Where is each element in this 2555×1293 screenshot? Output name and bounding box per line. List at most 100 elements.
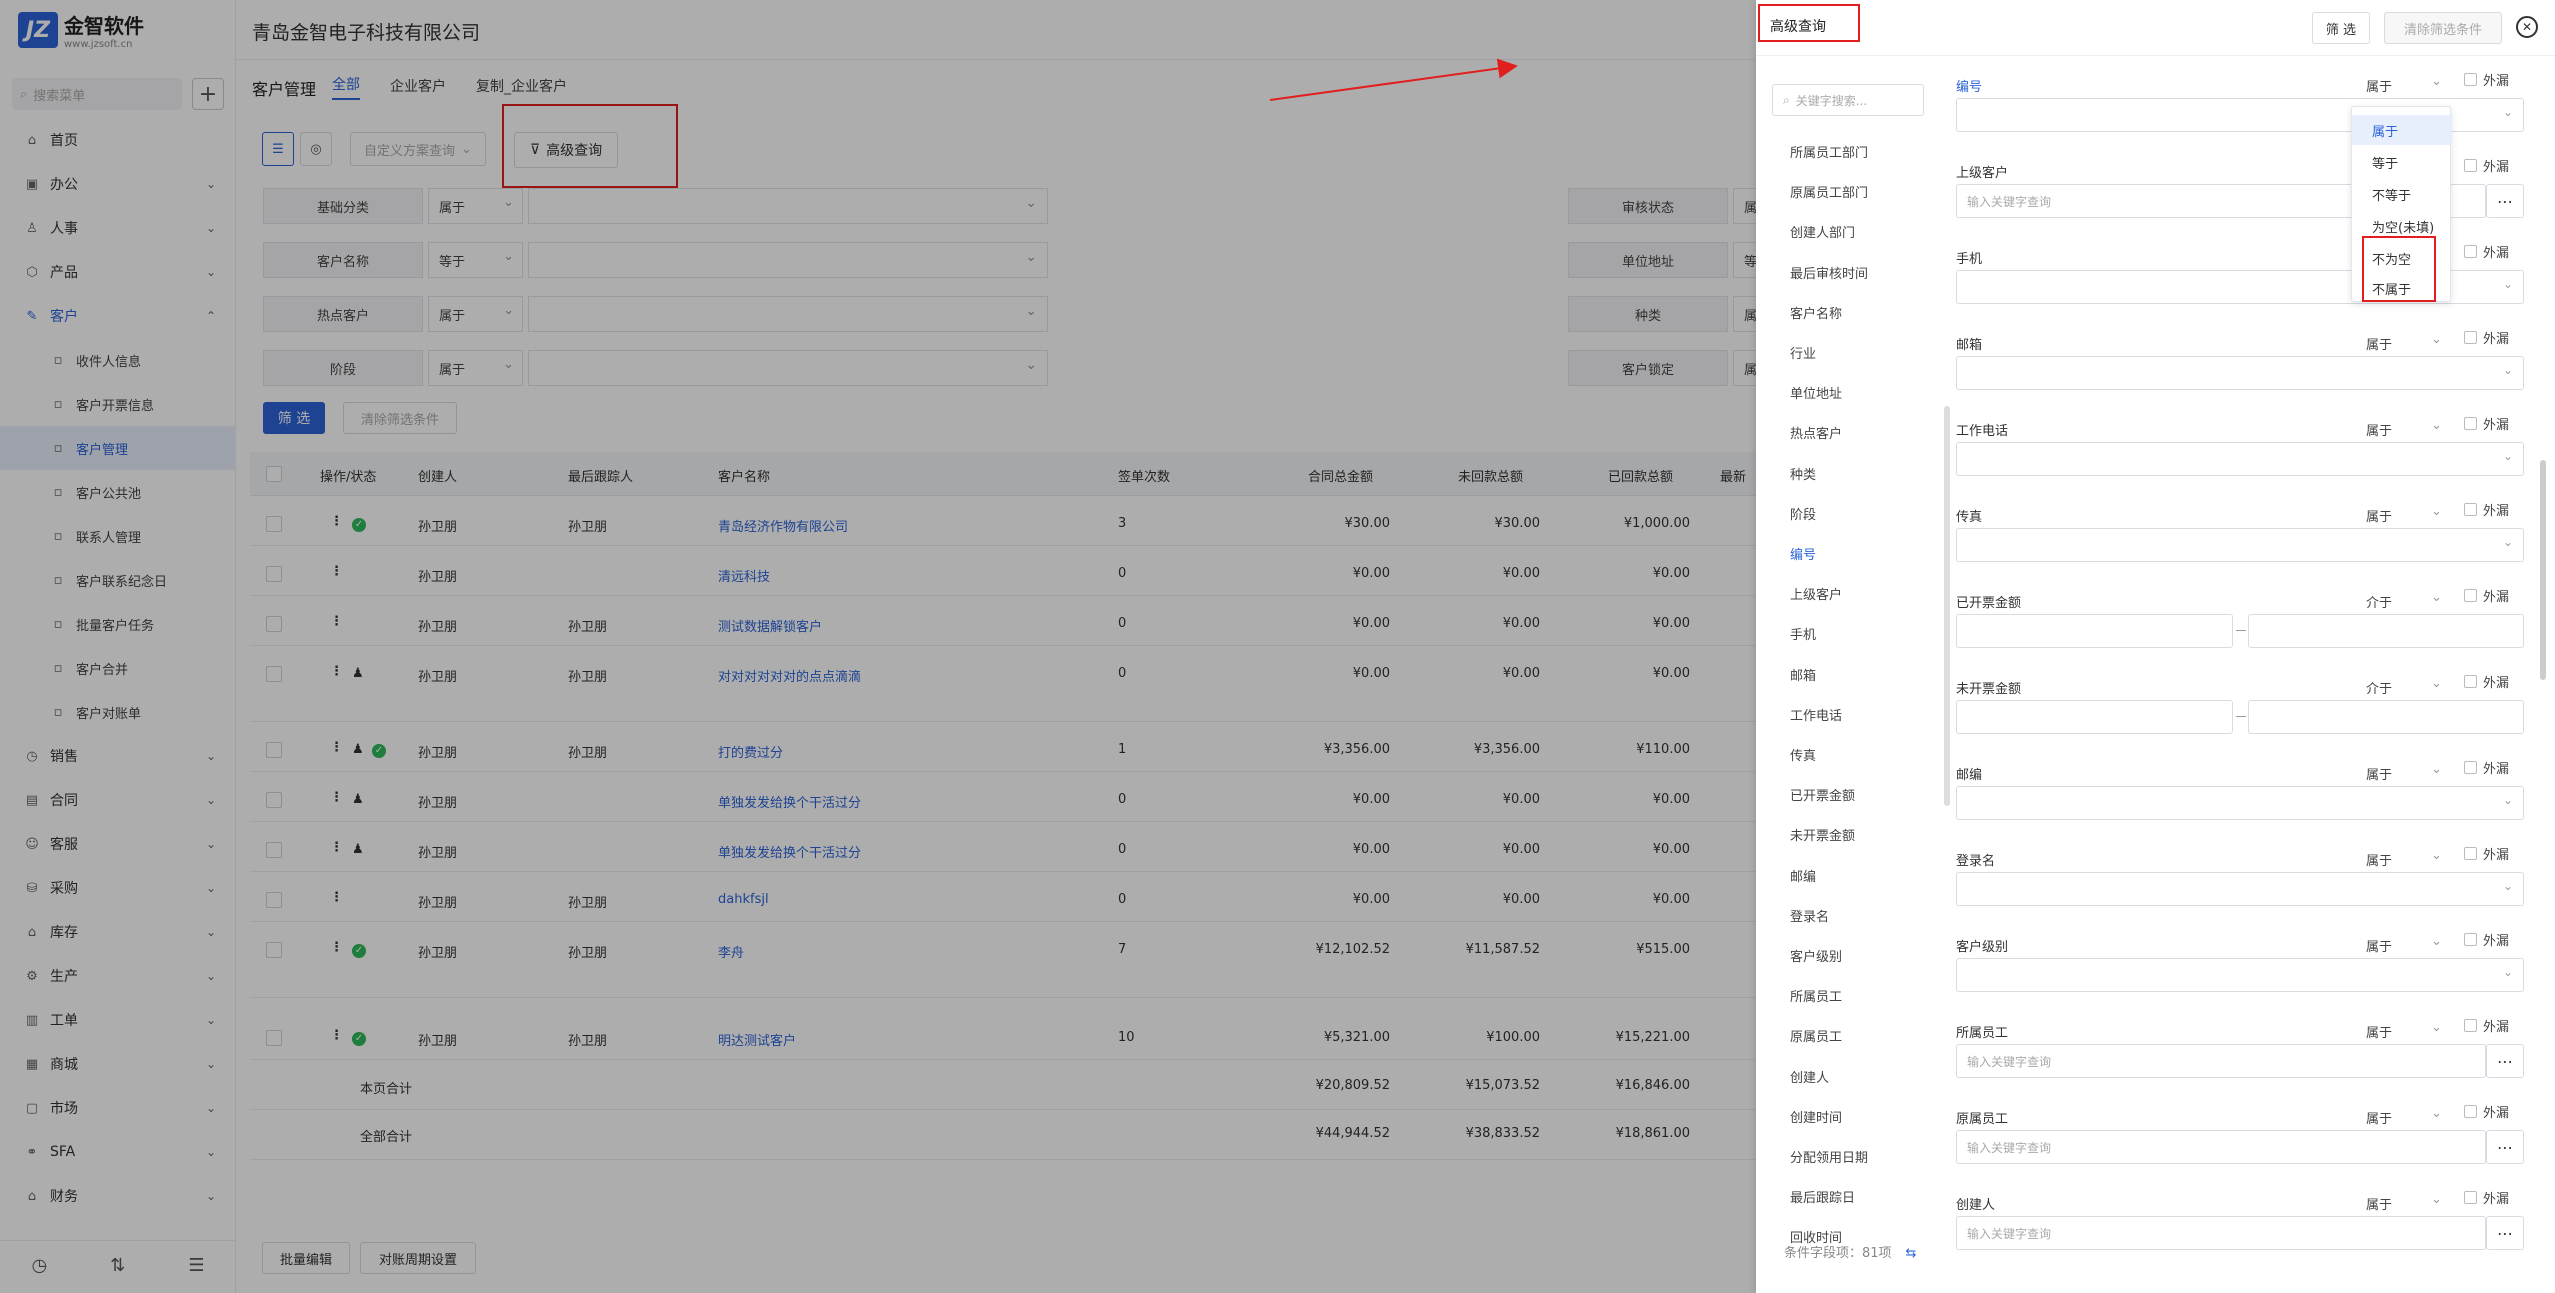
- close-icon[interactable]: ✕: [2516, 16, 2538, 38]
- range-min-input[interactable]: [1956, 614, 2233, 648]
- more-icon[interactable]: ⋯: [2486, 1216, 2524, 1250]
- condition-name: 未开票金额: [1956, 682, 2022, 697]
- outside-checkbox[interactable]: 外漏: [2464, 1016, 2509, 1035]
- field-list-item[interactable]: 工作电话: [1790, 705, 1842, 724]
- option-highlight-box: [2362, 236, 2436, 302]
- checkbox-icon: [2464, 933, 2477, 946]
- outside-checkbox[interactable]: 外漏: [2464, 70, 2509, 89]
- panel-scrollbar[interactable]: [2540, 460, 2546, 680]
- range-max-input[interactable]: [2248, 700, 2524, 734]
- checkbox-icon: [2464, 245, 2477, 258]
- field-list-item[interactable]: 行业: [1790, 343, 1816, 362]
- search-icon: ⌕: [1783, 92, 1790, 107]
- more-icon[interactable]: ⋯: [2486, 184, 2524, 218]
- field-list-scrollbar[interactable]: [1944, 406, 1950, 806]
- field-list-item[interactable]: 所属员工: [1790, 986, 1842, 1005]
- condition-operator-select[interactable]: 介于: [2366, 676, 2446, 697]
- condition-operator-select[interactable]: 属于: [2366, 762, 2446, 783]
- field-list-item[interactable]: 编号: [1790, 544, 1816, 563]
- more-icon[interactable]: ⋯: [2486, 1044, 2524, 1078]
- outside-checkbox[interactable]: 外漏: [2464, 414, 2509, 433]
- condition-row: 原属员工 属于 外漏 输入关键字查询⋯: [1956, 1105, 2536, 1194]
- swap-icon[interactable]: ⇆: [1906, 1246, 1917, 1261]
- condition-value-select[interactable]: [1956, 872, 2524, 906]
- condition-value-select[interactable]: [1956, 442, 2524, 476]
- field-list-item[interactable]: 单位地址: [1790, 383, 1842, 402]
- field-list-pane: ⌕ 关键字搜索... 所属员工部门 原属员工部门 创建人部门最后审核时间 客户名称行业单…: [1770, 66, 1950, 1266]
- condition-keyword-input[interactable]: 输入关键字查询: [1956, 1216, 2486, 1250]
- field-list-item[interactable]: 阶段: [1790, 504, 1816, 523]
- condition-name: 传真: [1956, 510, 1983, 525]
- field-list-item[interactable]: 原属员工: [1790, 1026, 1842, 1045]
- field-list-item[interactable]: 客户名称: [1790, 303, 1842, 322]
- outside-checkbox[interactable]: 外漏: [2464, 844, 2509, 863]
- field-list-item[interactable]: 上级客户: [1790, 584, 1842, 603]
- condition-pane: 编号 属于 外漏 上级客户 外漏 输入关键字查询⋯ 手机 外漏 邮箱 属于 外漏…: [1956, 56, 2555, 1293]
- checkbox-icon: [2464, 589, 2477, 602]
- field-search-input[interactable]: ⌕ 关键字搜索...: [1772, 84, 1924, 116]
- outside-checkbox[interactable]: 外漏: [2464, 1188, 2509, 1207]
- field-list-item[interactable]: 种类: [1790, 464, 1816, 483]
- condition-name: 所属员工: [1956, 1026, 2009, 1041]
- field-list-item[interactable]: 登录名: [1790, 906, 1829, 925]
- outside-checkbox[interactable]: 外漏: [2464, 930, 2509, 949]
- range-max-input[interactable]: [2248, 614, 2524, 648]
- condition-keyword-input[interactable]: 输入关键字查询: [1956, 1130, 2486, 1164]
- condition-value-select[interactable]: [1956, 786, 2524, 820]
- condition-operator-select[interactable]: 属于: [2366, 1020, 2446, 1041]
- outside-checkbox[interactable]: 外漏: [2464, 500, 2509, 519]
- condition-row: 已开票金额 介于 外漏: [1956, 589, 2536, 678]
- outside-checkbox[interactable]: 外漏: [2464, 156, 2509, 175]
- panel-filter-button[interactable]: 筛 选: [2312, 12, 2370, 44]
- field-list-item[interactable]: 所属员工部门: [1790, 142, 1868, 161]
- field-list-item[interactable]: 最后审核时间: [1790, 263, 1868, 282]
- condition-row: 客户级别 属于 外漏: [1956, 933, 2536, 1022]
- condition-operator-select[interactable]: 介于: [2366, 590, 2446, 611]
- condition-operator-select[interactable]: 属于: [2366, 1192, 2446, 1213]
- field-list-item[interactable]: 未开票金额: [1790, 825, 1855, 844]
- field-list-item[interactable]: 创建时间: [1790, 1107, 1842, 1126]
- condition-keyword-input[interactable]: 输入关键字查询: [1956, 1044, 2486, 1078]
- outside-checkbox[interactable]: 外漏: [2464, 586, 2509, 605]
- condition-name: 上级客户: [1956, 166, 2009, 181]
- field-list-item[interactable]: 分配领用日期: [1790, 1147, 1868, 1166]
- condition-operator-select[interactable]: 属于: [2366, 418, 2446, 439]
- outside-checkbox[interactable]: 外漏: [2464, 672, 2509, 691]
- condition-operator-select[interactable]: 属于: [2366, 504, 2446, 525]
- condition-operator-select[interactable]: 属于: [2366, 934, 2446, 955]
- field-list-item[interactable]: 已开票金额: [1790, 785, 1855, 804]
- field-list-item[interactable]: 手机: [1790, 624, 1816, 643]
- condition-name: 登录名: [1956, 854, 1996, 869]
- outside-checkbox[interactable]: 外漏: [2464, 242, 2509, 261]
- option-equals[interactable]: 等于: [2352, 147, 2452, 177]
- condition-operator-select[interactable]: 属于: [2366, 1106, 2446, 1127]
- field-list-item[interactable]: 创建人部门: [1790, 222, 1855, 241]
- condition-value-select[interactable]: [1956, 528, 2524, 562]
- range-dash: [2236, 716, 2246, 717]
- condition-row: 邮箱 属于 外漏: [1956, 331, 2536, 420]
- range-min-input[interactable]: [1956, 700, 2233, 734]
- field-list-item[interactable]: 最后跟踪日: [1790, 1187, 1855, 1206]
- checkbox-icon: [2464, 1191, 2477, 1204]
- field-list-item[interactable]: 原属员工部门: [1790, 182, 1868, 201]
- more-icon[interactable]: ⋯: [2486, 1130, 2524, 1164]
- condition-operator-select[interactable]: 属于: [2366, 848, 2446, 869]
- checkbox-icon: [2464, 847, 2477, 860]
- field-list-item[interactable]: 邮箱: [1790, 665, 1816, 684]
- outside-checkbox[interactable]: 外漏: [2464, 328, 2509, 347]
- field-list-item[interactable]: 邮编: [1790, 866, 1816, 885]
- field-list-item[interactable]: 传真: [1790, 745, 1816, 764]
- panel-clear-button[interactable]: 清除筛选条件: [2384, 12, 2502, 44]
- condition-row: 创建人 属于 外漏 输入关键字查询⋯: [1956, 1191, 2536, 1280]
- condition-value-select[interactable]: [1956, 356, 2524, 390]
- option-not-equals[interactable]: 不等于: [2352, 179, 2452, 209]
- field-list-item[interactable]: 客户级别: [1790, 946, 1842, 965]
- condition-operator-select[interactable]: 属于: [2366, 332, 2446, 353]
- option-belongs[interactable]: 属于: [2352, 115, 2452, 145]
- outside-checkbox[interactable]: 外漏: [2464, 1102, 2509, 1121]
- condition-value-select[interactable]: [1956, 958, 2524, 992]
- condition-operator-select[interactable]: 属于: [2366, 74, 2446, 95]
- field-list-item[interactable]: 创建人: [1790, 1067, 1829, 1086]
- field-list-item[interactable]: 热点客户: [1790, 423, 1842, 442]
- outside-checkbox[interactable]: 外漏: [2464, 758, 2509, 777]
